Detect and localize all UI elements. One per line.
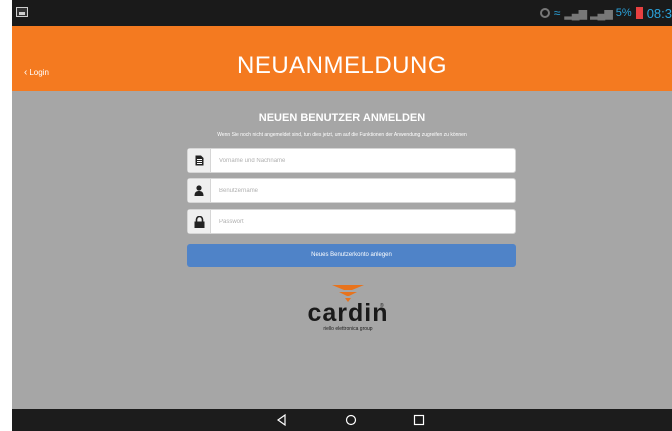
form-description: Wenn Sie noch nicht angemeldet sind, tun…	[217, 132, 467, 138]
svg-text:riello elettronica group: riello elettronica group	[323, 326, 372, 332]
full-name-input[interactable]	[211, 156, 515, 165]
app-screen: ≈ ▂▄▆ ▂▄▆ 5% 08:3 ‹ Login NEUANMELDUNG N…	[12, 0, 672, 431]
svg-text:®: ®	[380, 302, 384, 309]
wifi-icon: ≈	[553, 6, 561, 20]
page-title: NEUANMELDUNG	[236, 52, 448, 79]
password-input[interactable]	[211, 217, 515, 226]
signal-icon-2: ▂▄▆	[590, 7, 613, 20]
lock-icon	[188, 210, 211, 233]
recents-icon[interactable]	[411, 412, 427, 428]
battery-icon	[635, 7, 643, 19]
sync-icon	[539, 8, 550, 18]
back-icon[interactable]	[274, 412, 290, 428]
password-field	[187, 209, 516, 234]
username-input[interactable]	[211, 186, 515, 195]
full-name-field	[187, 148, 516, 173]
status-icons: ≈ ▂▄▆ ▂▄▆ 5% 08:3	[539, 5, 672, 21]
username-field	[187, 178, 516, 203]
create-account-button[interactable]: Neues Benutzerkonto anlegen	[187, 244, 516, 267]
battery-percent: 5%	[615, 7, 632, 19]
status-bar: ≈ ▂▄▆ ▂▄▆ 5% 08:3	[12, 0, 672, 26]
signal-icon: ▂▄▆	[564, 7, 587, 20]
document-icon	[188, 149, 211, 172]
registration-form: NEUEN BENUTZER ANMELDEN Wenn Sie noch ni…	[12, 91, 672, 409]
cardin-logo: cardin ® riello elettronica group	[298, 285, 398, 343]
user-icon	[188, 179, 211, 202]
home-icon[interactable]	[343, 412, 359, 428]
navigation-bar	[12, 409, 672, 431]
svg-text:cardin: cardin	[307, 299, 388, 327]
form-heading: NEUEN BENUTZER ANMELDEN	[258, 112, 426, 124]
app-header: ‹ Login NEUANMELDUNG	[12, 26, 672, 91]
clock: 08:3	[646, 5, 672, 21]
gallery-icon	[16, 7, 28, 17]
